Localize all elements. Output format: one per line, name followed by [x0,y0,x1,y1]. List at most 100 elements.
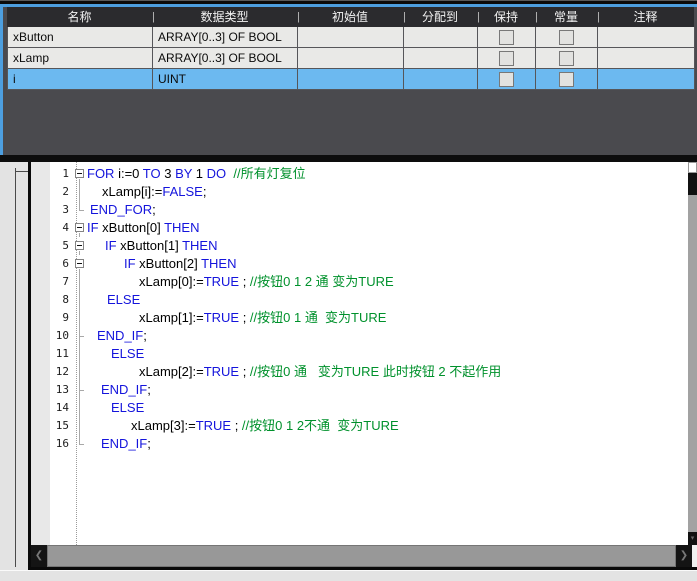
code-line[interactable]: 11ELSE [50,345,688,363]
scroll-right-button[interactable]: ❯ [676,545,692,567]
code-line[interactable]: 5 IF xButton[1] THEN [50,237,688,255]
constant-checkbox[interactable] [559,30,574,45]
code-lines: 1FOR i:=0 TO 3 BY 1 DO //所有灯复位2xLamp[i]:… [50,165,688,453]
retain-checkbox[interactable] [499,51,514,66]
line-number: 5 [50,237,73,255]
code-text: END_IF; [87,381,151,399]
fold-guide-line [73,435,87,453]
fold-guide-line [73,381,87,399]
vertical-scrollbar[interactable]: ▾ [688,162,697,545]
code-line[interactable]: 3END_FOR; [50,201,688,219]
var-type-cell[interactable]: ARRAY[0..3] OF BOOL [153,48,298,69]
fold-collapse-icon[interactable] [73,219,87,237]
column-header-name[interactable]: 名称 [7,7,152,27]
column-header-assign[interactable]: 分配到 [403,7,477,27]
var-comment-cell[interactable] [598,69,695,90]
var-retain-cell [478,27,536,48]
breakpoint-margin[interactable] [31,162,50,545]
code-text: xLamp[0]:=TRUE ; //按钮0 1 2 通 变为TURE [87,273,394,291]
line-number: 13 [50,381,73,399]
fold-collapse-icon[interactable] [73,165,87,183]
var-init-cell[interactable] [298,48,404,69]
scroll-down-button[interactable]: ▾ [688,532,697,545]
var-name-cell[interactable]: i [8,69,153,90]
editor-main: 1FOR i:=0 TO 3 BY 1 DO //所有灯复位2xLamp[i]:… [31,162,697,545]
code-line[interactable]: 6 IF xButton[2] THEN [50,255,688,273]
code-text: ELSE [87,399,144,417]
scroll-left-button[interactable]: ❮ [31,545,47,567]
scrollbar-splitter-box[interactable] [688,162,697,173]
column-header-datatype[interactable]: 数据类型 [152,7,297,27]
table-row[interactable]: i UINT [8,69,695,90]
code-line[interactable]: 2xLamp[i]:=FALSE; [50,183,688,201]
code-text: xLamp[2]:=TRUE ; //按钮0 通 变为TURE 此时按钮 2 不… [87,363,501,381]
code-area[interactable]: 1FOR i:=0 TO 3 BY 1 DO //所有灯复位2xLamp[i]:… [50,162,688,545]
line-number: 15 [50,417,73,435]
fold-guide-line [73,327,87,345]
table-header-row: 名称 数据类型 初始值 分配到 保持 常量 注释 [7,7,694,27]
code-line[interactable]: 10END_IF; [50,327,688,345]
code-line[interactable]: 7xLamp[0]:=TRUE ; //按钮0 1 2 通 变为TURE [50,273,688,291]
code-line[interactable]: 4IF xButton[0] THEN [50,219,688,237]
line-number: 12 [50,363,73,381]
var-type-cell[interactable]: UINT [153,69,298,90]
line-number: 8 [50,291,73,309]
fold-guide-line [73,291,87,309]
column-header-comment[interactable]: 注释 [597,7,694,27]
var-assign-cell[interactable] [404,69,478,90]
var-constant-cell [536,48,598,69]
column-header-constant[interactable]: 常量 [535,7,597,27]
fold-collapse-icon[interactable] [73,237,87,255]
code-line[interactable]: 1FOR i:=0 TO 3 BY 1 DO //所有灯复位 [50,165,688,183]
fold-guide-line [73,363,87,381]
line-number: 14 [50,399,73,417]
code-text: ELSE [87,291,140,309]
column-header-initval[interactable]: 初始值 [297,7,403,27]
constant-checkbox[interactable] [559,51,574,66]
var-assign-cell[interactable] [404,27,478,48]
retain-checkbox[interactable] [499,30,514,45]
chevron-down-icon: ▾ [691,535,695,542]
var-constant-cell [536,27,598,48]
table-row[interactable]: xLamp ARRAY[0..3] OF BOOL [8,48,695,69]
code-line[interactable]: 16END_IF; [50,435,688,453]
code-line[interactable]: 13 END_IF; [50,381,688,399]
horizontal-scrollbar-thumb[interactable] [47,545,676,567]
fold-collapse-icon[interactable] [73,255,87,273]
code-line[interactable]: 8 ELSE [50,291,688,309]
constant-checkbox[interactable] [559,72,574,87]
fold-guide-line [73,399,87,417]
table-body: xButton ARRAY[0..3] OF BOOL xLamp ARRAY[… [7,27,694,90]
code-line[interactable]: 12 xLamp[2]:=TRUE ; //按钮0 通 变为TURE 此时按钮 2… [50,363,688,381]
var-assign-cell[interactable] [404,48,478,69]
fold-guide-line [73,417,87,435]
line-number: 2 [50,183,73,201]
var-comment-cell[interactable] [598,27,695,48]
code-line[interactable]: 14 ELSE [50,399,688,417]
line-number: 6 [50,255,73,273]
line-number: 9 [50,309,73,327]
var-init-cell[interactable] [298,69,404,90]
line-number: 11 [50,345,73,363]
horizontal-scrollbar[interactable]: ❮ ❯ [31,545,697,567]
retain-checkbox[interactable] [499,72,514,87]
vertical-scrollbar-thumb[interactable] [688,173,697,195]
line-number: 16 [50,435,73,453]
code-text: IF xButton[2] THEN [87,255,236,273]
code-line[interactable]: 15xLamp[3]:=TRUE ; //按钮0 1 2不通 变为TURE [50,417,688,435]
var-name-cell[interactable]: xButton [8,27,153,48]
var-comment-cell[interactable] [598,48,695,69]
plc-editor-window: 名称 数据类型 初始值 分配到 保持 常量 注释 xButton ARRAY[0… [0,0,697,581]
var-type-cell[interactable]: ARRAY[0..3] OF BOOL [153,27,298,48]
code-line[interactable]: 9xLamp[1]:=TRUE ; //按钮0 1 通 变为TURE [50,309,688,327]
var-constant-cell [536,69,598,90]
code-text: IF xButton[1] THEN [87,237,217,255]
var-init-cell[interactable] [298,27,404,48]
panel-divider[interactable] [0,155,697,162]
var-name-cell[interactable]: xLamp [8,48,153,69]
fold-guide-line [73,201,87,219]
code-text: FOR i:=0 TO 3 BY 1 DO //所有灯复位 [87,165,306,183]
column-header-retain[interactable]: 保持 [477,7,535,27]
table-row[interactable]: xButton ARRAY[0..3] OF BOOL [8,27,695,48]
scrollbar-corner [692,545,697,567]
